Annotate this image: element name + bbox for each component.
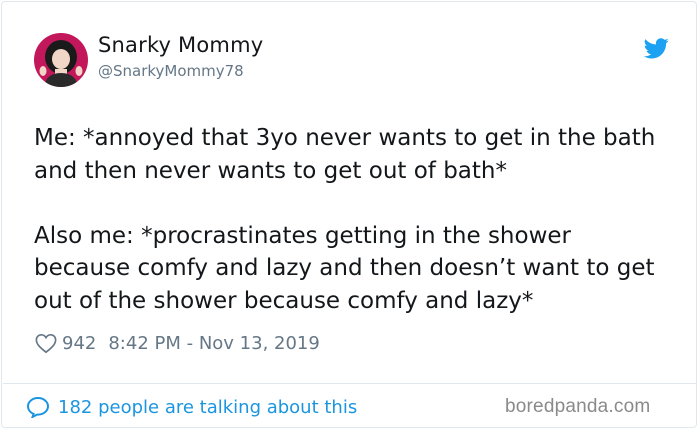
heart-icon[interactable] — [35, 333, 57, 354]
tweet-meta: 942 8:42 PM - Nov 13, 2019 — [35, 333, 320, 354]
timestamp[interactable]: 8:42 PM - Nov 13, 2019 — [108, 333, 319, 354]
avatar[interactable] — [34, 33, 88, 87]
talking-about-text: 182 people are talking about this — [58, 396, 358, 418]
like-count[interactable]: 942 — [62, 333, 96, 354]
watermark: boredpanda.com — [505, 396, 651, 417]
divider — [3, 383, 697, 384]
user-handle[interactable]: @SnarkyMommy78 — [98, 62, 244, 80]
tweet-text: Me: *annoyed that 3yo never wants to get… — [34, 125, 656, 314]
avatar-image — [34, 33, 88, 87]
display-name[interactable]: Snarky Mommy — [98, 33, 263, 57]
speech-bubble-icon — [26, 396, 50, 418]
talking-about-link[interactable]: 182 people are talking about this — [26, 396, 357, 418]
twitter-bird-icon[interactable] — [644, 38, 669, 59]
tweet-card: Snarky Mommy @SnarkyMommy78 Me: *annoyed… — [1, 1, 697, 428]
